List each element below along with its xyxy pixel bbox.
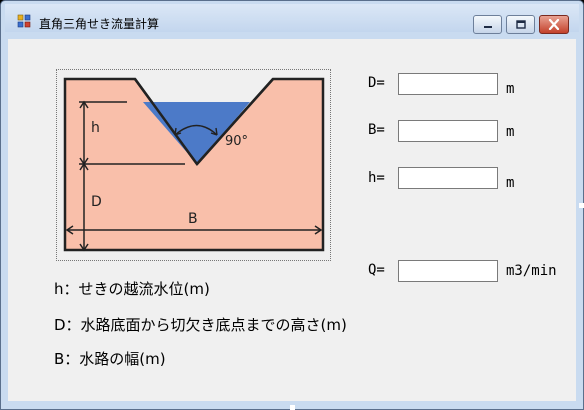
b-input[interactable] — [398, 120, 498, 142]
legend-h: h：せきの越流水位(m) — [54, 280, 210, 298]
b-unit-label: m — [506, 124, 515, 140]
app-window: 直角三角せき流量計算 90° h D B D= m B= m h= m Q= m… — [0, 0, 584, 410]
h-label: h — [91, 120, 100, 136]
legend-b: B：水路の幅(m) — [54, 350, 166, 368]
d-unit-label: m — [506, 81, 515, 97]
d-label: D — [91, 194, 102, 210]
resize-grip-right[interactable] — [579, 203, 584, 208]
angle-label: 90° — [225, 134, 248, 149]
app-icon — [17, 14, 31, 28]
client-area: 90° h D B D= m B= m h= m Q= m3/min h：せきの… — [8, 39, 576, 401]
h-unit-label: m — [506, 175, 515, 191]
close-button[interactable] — [539, 15, 569, 34]
weir-diagram: 90° h D B — [63, 77, 325, 252]
maximize-button[interactable] — [506, 15, 535, 34]
b-input-label: B= — [368, 122, 385, 138]
legend-d: D：水路底面から切欠き底点までの高さ(m) — [54, 316, 347, 334]
weir-diagram-frame: 90° h D B — [56, 69, 331, 261]
q-output-label: Q= — [368, 262, 385, 278]
d-input-label: D= — [368, 75, 385, 91]
window-title: 直角三角せき流量計算 — [39, 17, 160, 31]
q-unit-label: m3/min — [506, 263, 557, 279]
h-input[interactable] — [398, 167, 498, 189]
b-label: B — [188, 211, 198, 227]
minimize-button[interactable] — [473, 15, 502, 34]
close-icon — [548, 19, 560, 30]
d-input[interactable] — [398, 73, 498, 95]
q-output[interactable] — [398, 260, 498, 282]
maximize-icon — [515, 19, 526, 29]
minimize-icon — [483, 25, 492, 28]
h-input-label: h= — [368, 170, 385, 186]
resize-grip-bottom[interactable] — [290, 405, 295, 410]
